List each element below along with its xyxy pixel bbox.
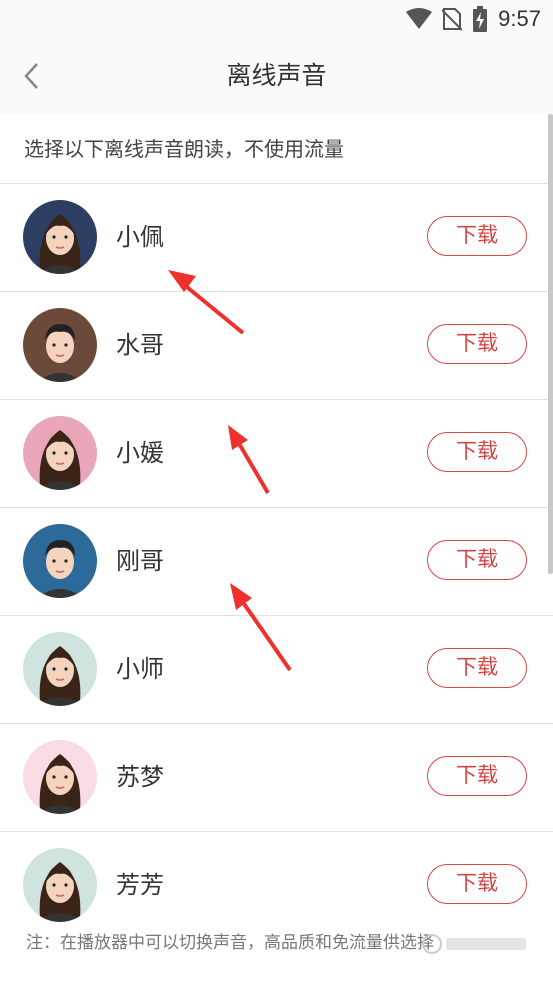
battery-charging-icon — [473, 6, 488, 32]
voice-name: 水哥 — [116, 331, 164, 359]
download-button[interactable]: 下载 — [427, 216, 527, 256]
voice-avatar — [23, 740, 97, 814]
voice-row[interactable]: 芳芳 下载 — [0, 831, 553, 939]
male-avatar-icon — [23, 524, 97, 598]
voice-name: 芳芳 — [116, 871, 164, 899]
download-button[interactable]: 下载 — [427, 540, 527, 580]
download-button[interactable]: 下载 — [427, 864, 527, 904]
voice-row[interactable]: 小师 下载 — [0, 615, 553, 723]
voice-avatar — [23, 308, 97, 382]
voice-avatar — [23, 200, 97, 274]
wifi-icon — [406, 8, 433, 29]
voice-list: 小佩 下载 水哥 下载 小媛 下载 刚哥 下载 小师 下载 苏梦 下载 芳芳 下载 — [0, 183, 553, 939]
voice-name: 小佩 — [116, 223, 164, 251]
voice-row[interactable]: 水哥 下载 — [0, 291, 553, 399]
voice-name: 刚哥 — [116, 547, 164, 575]
male-avatar-icon — [23, 308, 97, 382]
status-time: 9:57 — [498, 6, 541, 31]
footer-note: 注：在播放器中可以切换声音，高品质和免流量供选择 — [26, 933, 434, 953]
voice-name: 小师 — [116, 655, 164, 683]
voice-row[interactable]: 小佩 下载 — [0, 183, 553, 291]
scrollbar[interactable] — [548, 114, 553, 574]
voice-name: 苏梦 — [116, 763, 164, 791]
watermark — [420, 932, 540, 965]
female-avatar-icon — [23, 740, 97, 814]
voice-avatar — [23, 416, 97, 490]
voice-avatar — [23, 632, 97, 706]
download-button[interactable]: 下载 — [427, 432, 527, 472]
voice-row[interactable]: 刚哥 下载 — [0, 507, 553, 615]
download-button[interactable]: 下载 — [427, 324, 527, 364]
voice-avatar — [23, 524, 97, 598]
female-avatar-icon — [23, 848, 97, 922]
no-sim-icon — [442, 8, 463, 31]
voice-row[interactable]: 小媛 下载 — [0, 399, 553, 507]
voice-row[interactable]: 苏梦 下载 — [0, 723, 553, 831]
status-bar: 9:57 — [0, 0, 553, 38]
voice-name: 小媛 — [116, 439, 164, 467]
intro-text: 选择以下离线声音朗读，不使用流量 — [24, 137, 344, 161]
download-button[interactable]: 下载 — [427, 648, 527, 688]
female-avatar-icon — [23, 200, 97, 274]
page-title: 离线声音 — [226, 61, 327, 90]
status-icons: 9:57 — [406, 4, 541, 34]
voice-avatar — [23, 848, 97, 922]
female-avatar-icon — [23, 416, 97, 490]
female-avatar-icon — [23, 632, 97, 706]
watermark-logo — [422, 934, 526, 954]
app-bar: 离线声音 — [0, 38, 553, 114]
download-button[interactable]: 下载 — [427, 756, 527, 796]
